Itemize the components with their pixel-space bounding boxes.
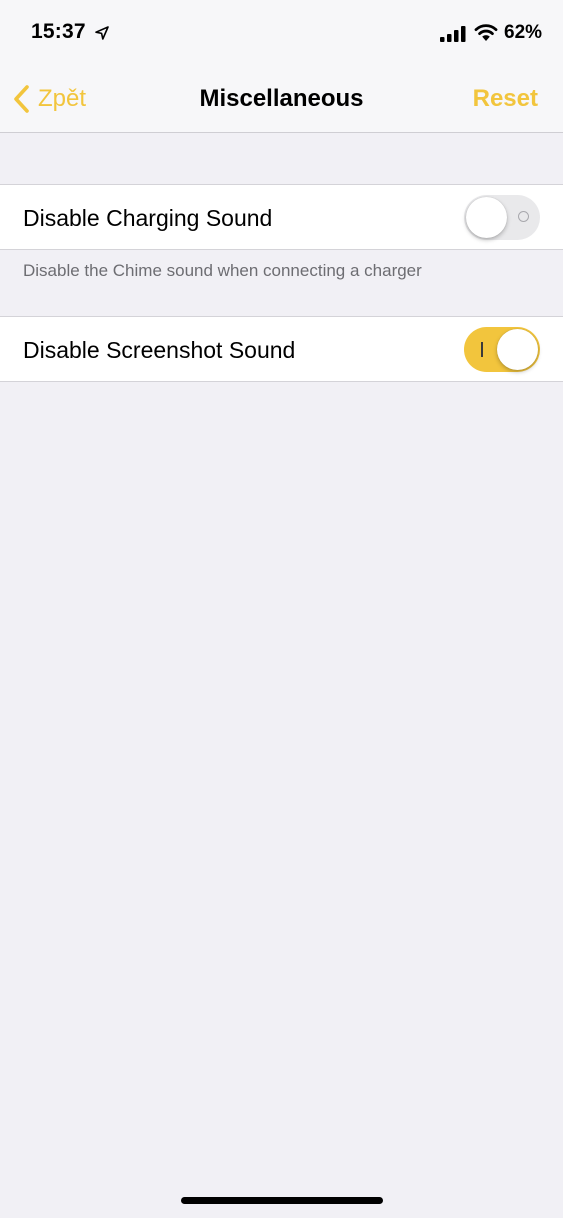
toggle-knob xyxy=(497,329,538,370)
toggle-knob xyxy=(466,197,507,238)
status-bar: 15:37 62% xyxy=(0,0,563,66)
screenshot-sound-row: Disable Screenshot Sound xyxy=(0,317,563,381)
battery-percentage: 62% xyxy=(504,22,543,43)
screenshot-sound-group: Disable Screenshot Sound xyxy=(0,316,563,382)
cellular-signal-icon xyxy=(440,26,466,42)
wifi-icon xyxy=(474,24,498,41)
home-indicator[interactable] xyxy=(181,1197,383,1204)
charging-sound-toggle[interactable] xyxy=(464,195,540,240)
screenshot-sound-toggle[interactable] xyxy=(464,327,540,372)
charging-sound-group: Disable Charging Sound xyxy=(0,184,563,250)
reset-button[interactable]: Reset xyxy=(473,85,538,113)
navigation-bar: Zpět Miscellaneous Reset xyxy=(0,66,563,133)
charging-sound-row: Disable Charging Sound xyxy=(0,185,563,249)
toggle-off-indicator-icon xyxy=(518,211,529,222)
charging-sound-label: Disable Charging Sound xyxy=(23,205,273,231)
toggle-on-indicator-icon xyxy=(481,342,483,357)
screenshot-sound-label: Disable Screenshot Sound xyxy=(23,337,296,363)
status-time: 15:37 xyxy=(31,20,86,43)
charging-sound-footer: Disable the Chime sound when connecting … xyxy=(23,261,422,280)
location-arrow-icon xyxy=(95,26,109,40)
